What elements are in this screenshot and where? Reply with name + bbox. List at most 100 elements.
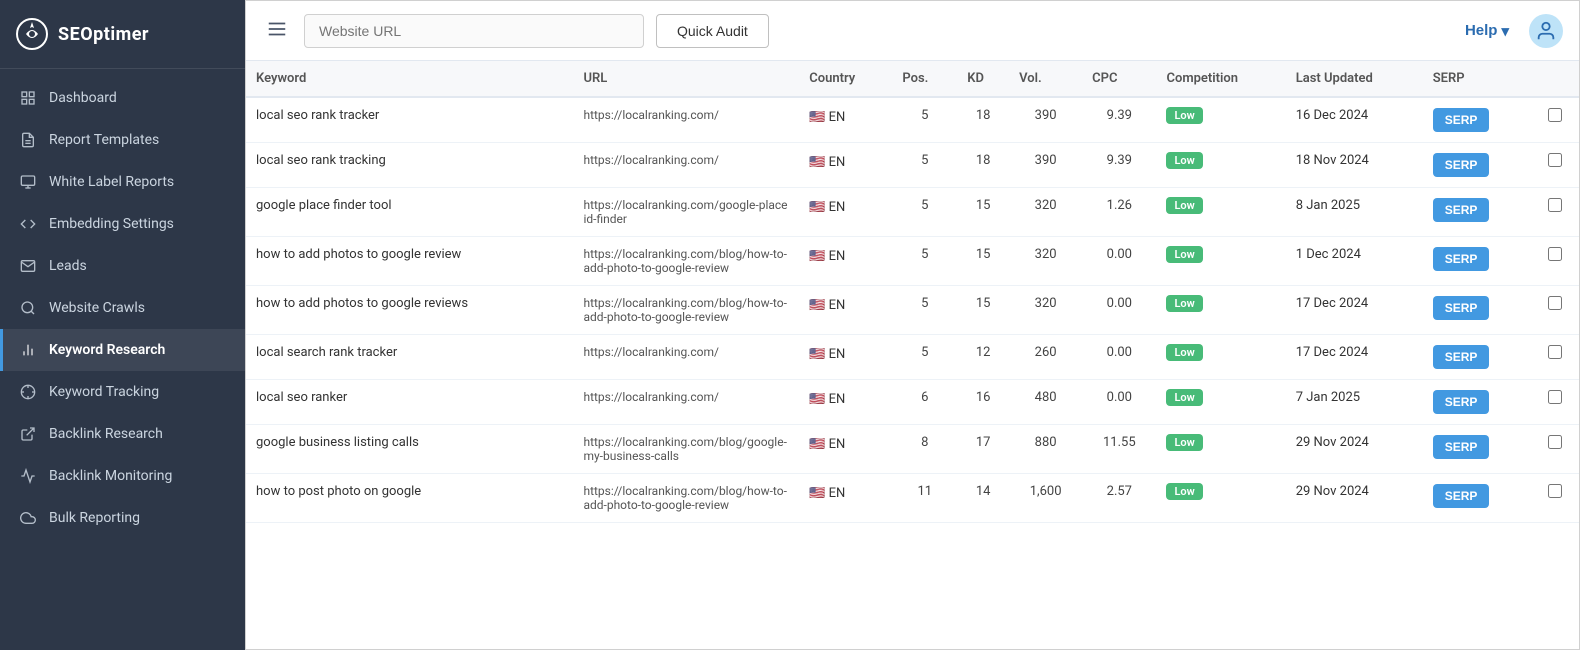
competition-cell: Low: [1156, 425, 1285, 474]
serp-button[interactable]: SERP: [1433, 296, 1490, 320]
monitor-icon: [19, 173, 37, 191]
volume-cell: 320: [1009, 188, 1082, 237]
competition-badge: Low: [1166, 197, 1202, 214]
table-row: how to post photo on googlehttps://local…: [246, 474, 1579, 523]
row-checkbox[interactable]: [1548, 296, 1562, 310]
kd-cell: 14: [957, 474, 1009, 523]
sidebar-item-backlink-monitoring[interactable]: Backlink Monitoring: [0, 455, 245, 497]
sidebar-item-label: Embedding Settings: [49, 216, 174, 232]
date-cell: 17 Dec 2024: [1286, 286, 1423, 335]
sidebar-item-keyword-tracking[interactable]: Keyword Tracking: [0, 371, 245, 413]
code-icon: [19, 215, 37, 233]
kd-cell: 18: [957, 143, 1009, 188]
table-header-row: Keyword URL Country Pos. KD Vol. CPC Com…: [246, 61, 1579, 97]
kd-cell: 15: [957, 188, 1009, 237]
sidebar-item-website-crawls[interactable]: Website Crawls: [0, 287, 245, 329]
select-cell: [1531, 474, 1579, 523]
row-checkbox[interactable]: [1548, 108, 1562, 122]
bar-chart-icon: [19, 341, 37, 359]
url-cell: https://localranking.com/google-placeid-…: [573, 188, 799, 237]
competition-cell: Low: [1156, 474, 1285, 523]
hamburger-button[interactable]: [262, 14, 292, 47]
competition-cell: Low: [1156, 380, 1285, 425]
select-cell: [1531, 188, 1579, 237]
serp-button[interactable]: SERP: [1433, 153, 1490, 177]
sidebar-item-leads[interactable]: Leads: [0, 245, 245, 287]
cpc-cell: 1.26: [1082, 188, 1156, 237]
col-vol: Vol.: [1009, 61, 1082, 97]
sidebar-item-label: Keyword Research: [49, 342, 165, 358]
keyword-cell: how to post photo on google: [246, 474, 573, 523]
date-cell: 29 Nov 2024: [1286, 474, 1423, 523]
select-cell: [1531, 97, 1579, 143]
row-checkbox[interactable]: [1548, 247, 1562, 261]
country-cell: 🇺🇸 EN: [799, 188, 892, 237]
table-row: google business listing callshttps://loc…: [246, 425, 1579, 474]
row-checkbox[interactable]: [1548, 435, 1562, 449]
position-cell: 5: [892, 143, 957, 188]
volume-cell: 880: [1009, 425, 1082, 474]
row-checkbox[interactable]: [1548, 198, 1562, 212]
main-content: Quick Audit Help ▾ Keyword URL Country P…: [245, 0, 1580, 650]
serp-button[interactable]: SERP: [1433, 484, 1490, 508]
quick-audit-button[interactable]: Quick Audit: [656, 14, 769, 48]
position-cell: 8: [892, 425, 957, 474]
competition-badge: Low: [1166, 344, 1202, 361]
country-cell: 🇺🇸 EN: [799, 425, 892, 474]
serp-button[interactable]: SERP: [1433, 390, 1490, 414]
keyword-cell: local seo rank tracker: [246, 97, 573, 143]
row-checkbox[interactable]: [1548, 484, 1562, 498]
col-serp: SERP: [1423, 61, 1531, 97]
help-button[interactable]: Help ▾: [1465, 22, 1509, 40]
kd-cell: 18: [957, 97, 1009, 143]
row-checkbox[interactable]: [1548, 345, 1562, 359]
position-cell: 6: [892, 380, 957, 425]
table-row: how to add photos to google reviewhttps:…: [246, 237, 1579, 286]
url-cell: https://localranking.com/: [573, 143, 799, 188]
select-cell: [1531, 380, 1579, 425]
sidebar-item-report-templates[interactable]: Report Templates: [0, 119, 245, 161]
date-cell: 29 Nov 2024: [1286, 425, 1423, 474]
sidebar-item-label: Report Templates: [49, 132, 159, 148]
sidebar-item-bulk-reporting[interactable]: Bulk Reporting: [0, 497, 245, 539]
col-keyword: Keyword: [246, 61, 573, 97]
cpc-cell: 9.39: [1082, 97, 1156, 143]
sidebar-item-label: Dashboard: [49, 90, 117, 106]
serp-button[interactable]: SERP: [1433, 435, 1490, 459]
date-cell: 17 Dec 2024: [1286, 335, 1423, 380]
table-row: local seo rank trackerhttps://localranki…: [246, 97, 1579, 143]
sidebar-item-keyword-research[interactable]: Keyword Research: [0, 329, 245, 371]
serp-button[interactable]: SERP: [1433, 345, 1490, 369]
cpc-cell: 11.55: [1082, 425, 1156, 474]
col-updated: Last Updated: [1286, 61, 1423, 97]
keyword-cell: google place finder tool: [246, 188, 573, 237]
serp-button[interactable]: SERP: [1433, 108, 1490, 132]
sidebar-item-embedding-settings[interactable]: Embedding Settings: [0, 203, 245, 245]
sidebar-item-backlink-research[interactable]: Backlink Research: [0, 413, 245, 455]
date-cell: 18 Nov 2024: [1286, 143, 1423, 188]
serp-button[interactable]: SERP: [1433, 198, 1490, 222]
logo-text: SEOptimer: [58, 24, 149, 45]
crosshair-icon: [19, 383, 37, 401]
sidebar-item-label: Leads: [49, 258, 87, 274]
row-checkbox[interactable]: [1548, 390, 1562, 404]
sidebar-item-white-label-reports[interactable]: White Label Reports: [0, 161, 245, 203]
competition-cell: Low: [1156, 97, 1285, 143]
url-cell: https://localranking.com/blog/how-to-add…: [573, 237, 799, 286]
volume-cell: 480: [1009, 380, 1082, 425]
select-cell: [1531, 143, 1579, 188]
url-cell: https://localranking.com/: [573, 97, 799, 143]
grid-icon: [19, 89, 37, 107]
serp-cell: SERP: [1423, 97, 1531, 143]
sidebar-item-dashboard[interactable]: Dashboard: [0, 77, 245, 119]
serp-button[interactable]: SERP: [1433, 247, 1490, 271]
sidebar-item-label: Bulk Reporting: [49, 510, 140, 526]
user-avatar[interactable]: [1529, 14, 1563, 48]
keyword-cell: local seo ranker: [246, 380, 573, 425]
date-cell: 7 Jan 2025: [1286, 380, 1423, 425]
url-input[interactable]: [304, 14, 644, 48]
volume-cell: 390: [1009, 143, 1082, 188]
select-cell: [1531, 425, 1579, 474]
row-checkbox[interactable]: [1548, 153, 1562, 167]
competition-cell: Low: [1156, 335, 1285, 380]
